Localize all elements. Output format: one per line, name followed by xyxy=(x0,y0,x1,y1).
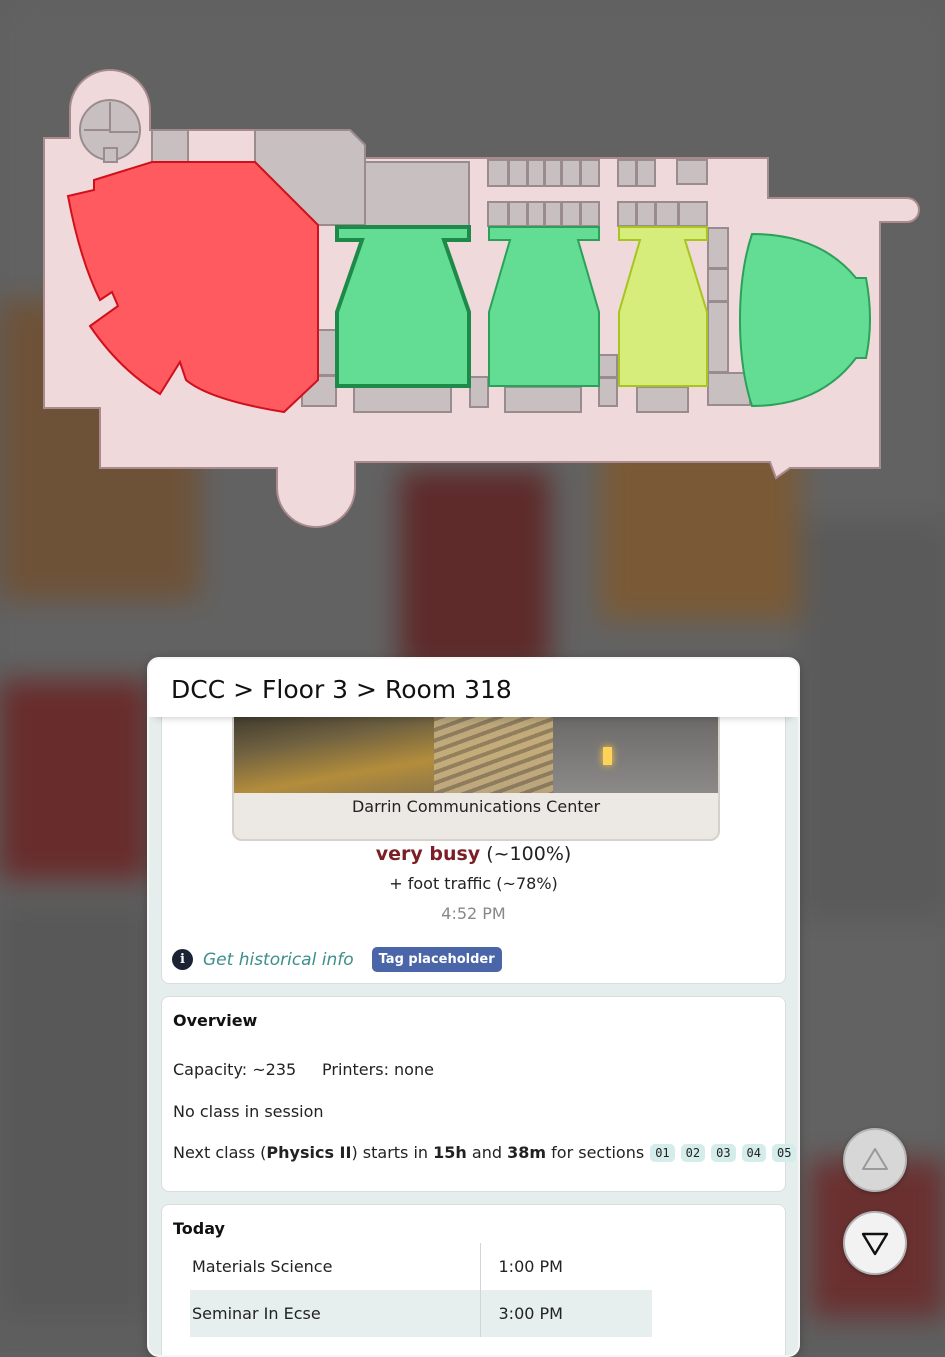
room-318-selected[interactable] xyxy=(335,225,471,388)
breadcrumb-floor[interactable]: Floor 3 xyxy=(262,675,348,704)
photo-caption: Darrin Communications Center xyxy=(351,797,601,816)
overview-title: Overview xyxy=(173,1011,258,1030)
historical-info-link[interactable]: Get historical info xyxy=(203,950,354,970)
breadcrumb-separator: > xyxy=(233,675,255,704)
next-class-hours: 15h xyxy=(433,1143,467,1162)
today-title: Today xyxy=(173,1219,225,1238)
floor-plan[interactable] xyxy=(0,0,945,560)
table-row: Materials Science 1:00 PM xyxy=(190,1243,652,1290)
next-class-and: and xyxy=(471,1143,503,1162)
info-icon: i xyxy=(172,949,193,970)
overview-section: Overview Capacity: ~235 Printers: none N… xyxy=(161,996,797,1192)
building-photo: Darrin Communications Center xyxy=(232,709,720,841)
next-class: Next class (Physics II) starts in 15h an… xyxy=(173,1143,797,1162)
next-class-course: Physics II xyxy=(266,1143,352,1162)
section-badge: 02 xyxy=(680,1143,706,1162)
section-badge: 03 xyxy=(711,1143,736,1162)
breadcrumb: DCC > Floor 3 > Room 318 xyxy=(149,659,798,717)
room-info-card[interactable]: DCC > Floor 3 > Room 318 Darrin Communic… xyxy=(147,657,800,1357)
course-name: Seminar In Ecse xyxy=(190,1290,480,1337)
status-time: 4:52 PM xyxy=(441,904,506,923)
capacity: Capacity: ~235 xyxy=(173,1060,297,1079)
schedule-table: Materials Science 1:00 PM Seminar In Ecs… xyxy=(190,1243,652,1337)
floor-down-button[interactable] xyxy=(843,1211,907,1275)
course-time: 3:00 PM xyxy=(479,1290,652,1337)
floor-up-button[interactable] xyxy=(843,1128,907,1192)
busy-percent: (~100%) xyxy=(486,843,572,865)
next-class-mid: ) starts in xyxy=(351,1143,429,1162)
breadcrumb-building[interactable]: DCC xyxy=(171,675,225,704)
course-time: 1:00 PM xyxy=(479,1243,652,1290)
next-class-suffix: for sections xyxy=(551,1143,645,1162)
triangle-up-icon xyxy=(862,1148,888,1170)
room-status-section: Darrin Communications Center very busy (… xyxy=(161,699,786,984)
next-class-prefix: Next class ( xyxy=(173,1143,267,1162)
breadcrumb-separator: > xyxy=(356,675,377,704)
today-section: Today Materials Science 1:00 PM Seminar … xyxy=(161,1204,786,1355)
busy-status: very busy (~100%) xyxy=(162,843,785,865)
next-class-minutes: 38m xyxy=(507,1143,547,1162)
busy-label: very busy xyxy=(375,843,481,865)
section-badge: 04 xyxy=(741,1143,766,1162)
history-row: i Get historical info Tag placeholder xyxy=(172,947,502,972)
breadcrumb-room: Room 318 xyxy=(384,675,512,704)
triangle-down-icon xyxy=(861,1232,889,1256)
section-badge: 01 xyxy=(650,1143,675,1162)
class-status: No class in session xyxy=(173,1102,324,1121)
section-badge: 05 xyxy=(772,1143,797,1162)
printers: Printers: none xyxy=(322,1060,434,1079)
table-row: Seminar In Ecse 3:00 PM xyxy=(190,1290,652,1337)
foot-traffic: + foot traffic (~78%) xyxy=(389,874,558,893)
tag-badge: Tag placeholder xyxy=(371,947,502,972)
stair-room xyxy=(79,99,141,163)
building-image xyxy=(234,711,718,793)
course-name: Materials Science xyxy=(192,1257,333,1276)
